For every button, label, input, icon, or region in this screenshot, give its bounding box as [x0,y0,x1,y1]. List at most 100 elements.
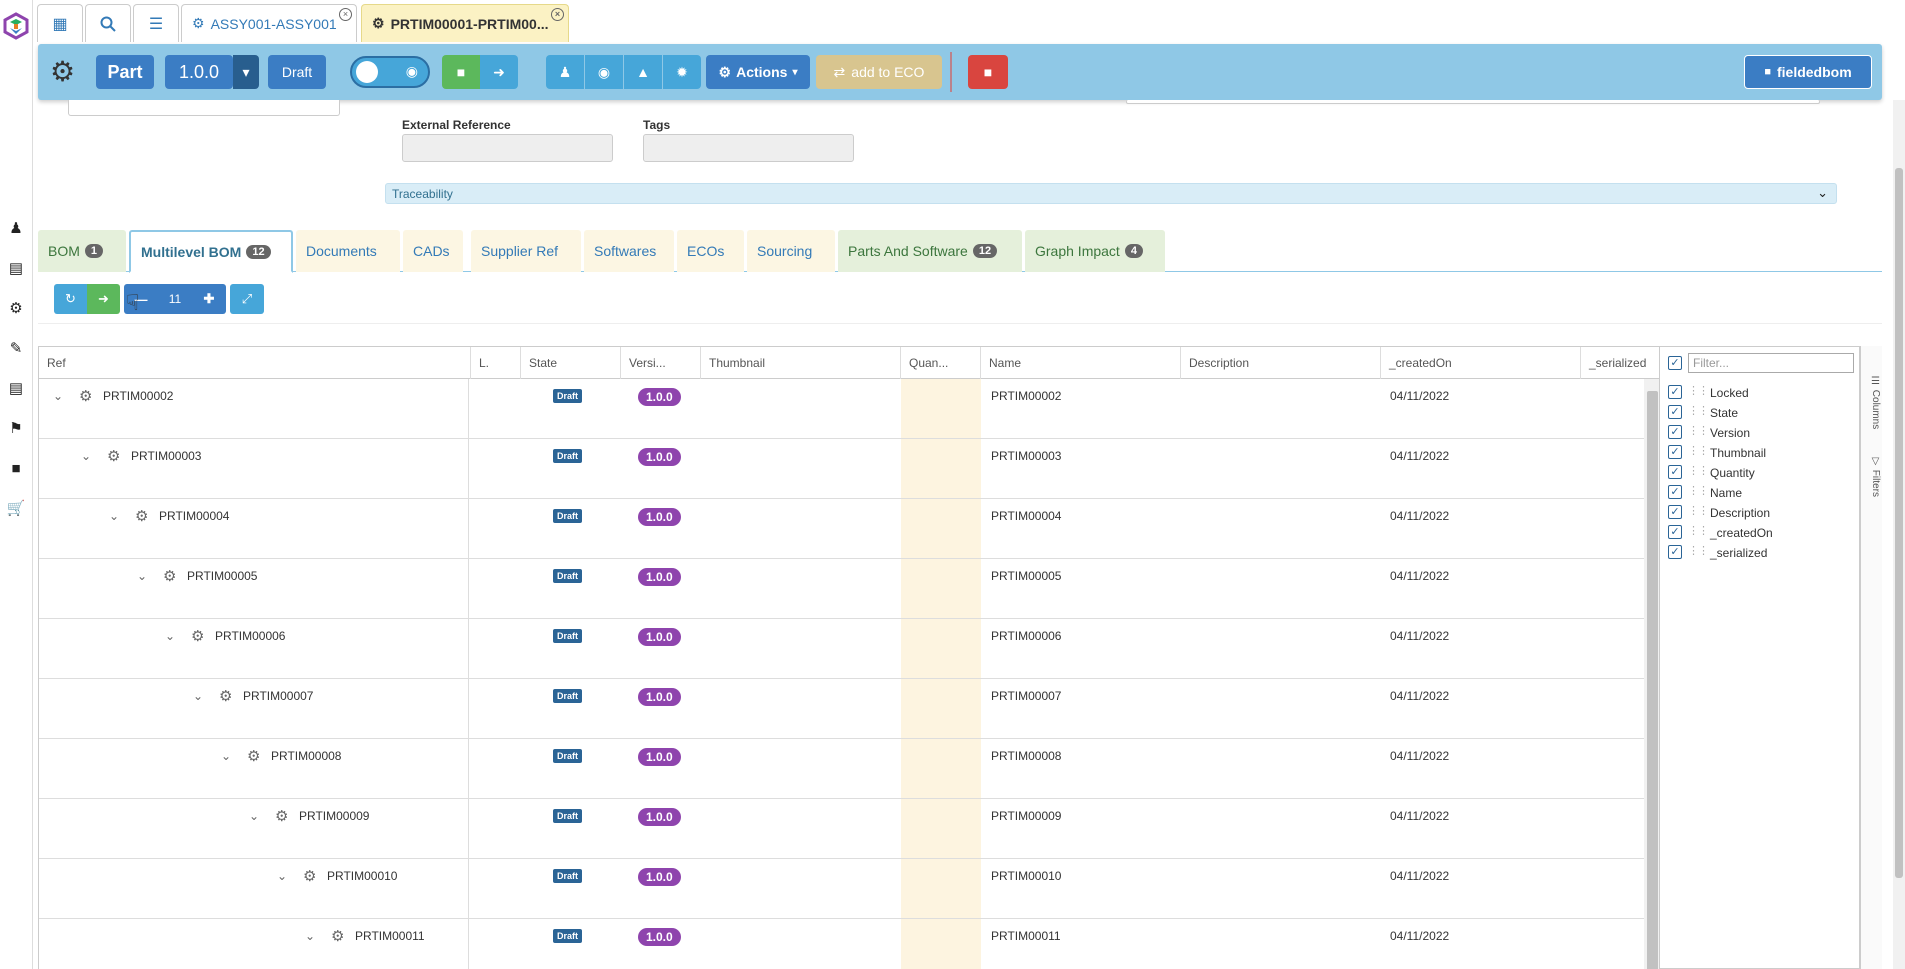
tab-sourcing[interactable]: Sourcing [747,230,835,272]
column-checkbox[interactable]: ✓ [1668,545,1682,559]
table-row[interactable]: ⌄ ⚙ PRTIM00007 Draft 1.0.0 PRTIM00007 04/11/20… [39,679,1644,739]
drag-handle-icon[interactable]: ⋮⋮ [1688,384,1709,397]
import-button[interactable]: ➜ [87,284,120,314]
tab-parts-and-software[interactable]: Parts And Software 12 [838,230,1022,272]
header-state[interactable]: State [521,347,621,379]
columns-side-tab[interactable]: ☰ Columns [1863,376,1881,429]
table-row[interactable]: ⌄ ⚙ PRTIM00006 Draft 1.0.0 PRTIM00006 04/11/20… [39,619,1644,679]
table-row[interactable]: ⌄ ⚙ PRTIM00002 Draft 1.0.0 PRTIM00002 04/11/20… [39,379,1644,439]
tab-bom[interactable]: BOM 1 [38,230,126,272]
header-name[interactable]: Name [981,347,1181,379]
column-checkbox[interactable]: ✓ [1668,385,1682,399]
fullscreen-button[interactable]: ⤢ [230,284,264,314]
tab-graph-impact[interactable]: Graph Impact 4 [1025,230,1165,272]
table-row[interactable]: ⌄ ⚙ PRTIM00011 Draft 1.0.0 PRTIM00011 04/11/20… [39,919,1644,969]
obscured-textarea[interactable] [1126,100,1820,104]
drag-handle-icon[interactable]: ⋮⋮ [1688,404,1709,417]
list-tab[interactable]: ☰ [133,4,179,42]
column-filter-input[interactable]: Filter... [1688,353,1854,373]
chevron-down-icon[interactable]: ⌄ [81,449,91,463]
ref-value[interactable]: PRTIM00010 [327,869,397,883]
folder-icon[interactable]: ■ [6,458,26,478]
ref-value[interactable]: PRTIM00006 [215,629,285,643]
ref-value[interactable]: PRTIM00007 [243,689,313,703]
tab-prtim00001[interactable]: ⚙ PRTIM00001-PRTIM00... × [361,4,569,42]
add-to-eco-button[interactable]: ⇄ add to ECO [816,55,942,89]
header-locked[interactable]: L. [471,347,521,379]
chevron-down-icon[interactable]: ⌄ [137,569,147,583]
refresh-button[interactable]: ↻ [54,284,87,314]
drag-handle-icon[interactable]: ⋮⋮ [1688,544,1709,557]
document-icon[interactable]: ▤ [6,258,26,278]
column-checkbox[interactable]: ✓ [1668,525,1682,539]
ref-value[interactable]: PRTIM00002 [103,389,173,403]
chevron-down-icon[interactable]: ⌄ [53,389,63,403]
grid-scrollbar[interactable] [1644,379,1659,969]
pencil-icon[interactable]: ✎ [6,338,26,358]
header-serialized[interactable]: _serialized [1581,347,1659,379]
bug-button[interactable]: ✹ [663,55,701,89]
table-row[interactable]: ⌄ ⚙ PRTIM00005 Draft 1.0.0 PRTIM00005 04/11/20… [39,559,1644,619]
external-reference-input[interactable] [402,134,613,162]
part-type-button[interactable]: Part [96,55,154,89]
version-dropdown-button[interactable]: ▾ [233,55,259,89]
parts-gears-icon[interactable]: ⚙ [6,298,26,318]
column-checkbox[interactable]: ✓ [1668,405,1682,419]
exit-button[interactable]: ➜ [480,55,518,89]
factory-icon[interactable]: ▤ [6,378,26,398]
tab-assy001[interactable]: ⚙ ASSY001-ASSY001 × [181,4,357,42]
expand-level-button[interactable]: ✚ [192,284,226,314]
chevron-down-icon[interactable]: ⌄ [193,689,203,703]
road-button[interactable]: ▲ [624,55,662,89]
header-description[interactable]: Description [1181,347,1381,379]
table-row[interactable]: ⌄ ⚙ PRTIM00004 Draft 1.0.0 PRTIM00004 04/11/20… [39,499,1644,559]
page-scrollbar-thumb[interactable] [1895,168,1903,878]
header-quantity[interactable]: Quan... [901,347,981,379]
drag-handle-icon[interactable]: ⋮⋮ [1688,464,1709,477]
ref-value[interactable]: PRTIM00005 [187,569,257,583]
version-button[interactable]: 1.0.0 [165,55,233,89]
ref-value[interactable]: PRTIM00003 [131,449,201,463]
state-button[interactable]: Draft [268,55,326,89]
chevron-down-icon[interactable]: ⌄ [221,749,231,763]
user-circle-button[interactable]: ◉ [585,55,623,89]
column-checkbox[interactable]: ✓ [1668,485,1682,499]
delete-button[interactable]: ■ [968,55,1008,89]
user-button[interactable]: ♟ [546,55,584,89]
traceability-panel-header[interactable]: Traceability ⌄ [385,183,1837,204]
tab-multilevel-bom[interactable]: Multilevel BOM 12 [129,230,293,273]
ref-value[interactable]: PRTIM00011 [355,929,425,943]
tree-tab[interactable]: ▦ [37,4,83,42]
table-row[interactable]: ⌄ ⚙ PRTIM00009 Draft 1.0.0 PRTIM00009 04/11/20… [39,799,1644,859]
close-icon[interactable]: × [551,8,564,21]
ref-value[interactable]: PRTIM00008 [271,749,341,763]
save-button[interactable]: ■ [442,55,480,89]
tags-input[interactable] [643,134,854,162]
obscured-field[interactable] [68,100,340,116]
ref-value[interactable]: PRTIM00009 [299,809,369,823]
users-icon[interactable]: ♟ [6,218,26,238]
search-tab[interactable] [85,4,131,42]
drag-handle-icon[interactable]: ⋮⋮ [1688,504,1709,517]
ref-value[interactable]: PRTIM00004 [159,509,229,523]
filters-side-tab[interactable]: ▽ Filters [1863,456,1881,497]
grid-scrollbar-thumb[interactable] [1647,391,1658,969]
cart-icon[interactable]: 🛒 [6,498,26,518]
chevron-down-icon[interactable]: ⌄ [109,509,119,523]
drag-handle-icon[interactable]: ⋮⋮ [1688,484,1709,497]
tab-supplier-ref[interactable]: Supplier Ref [471,230,581,272]
header-ref[interactable]: Ref [39,347,471,379]
tag-icon[interactable]: ⚑ [6,418,26,438]
table-row[interactable]: ⌄ ⚙ PRTIM00008 Draft 1.0.0 PRTIM00008 04/11/20… [39,739,1644,799]
column-checkbox[interactable]: ✓ [1668,425,1682,439]
chevron-down-icon[interactable]: ⌄ [305,929,315,943]
app-logo-icon[interactable] [2,12,30,40]
tab-softwares[interactable]: Softwares [584,230,674,272]
close-icon[interactable]: × [339,8,352,21]
actions-dropdown[interactable]: ⚙ Actions ▾ [706,55,810,89]
tab-documents[interactable]: Documents [296,230,400,272]
select-all-columns-checkbox[interactable]: ✓ [1668,356,1682,370]
column-checkbox[interactable]: ✓ [1668,445,1682,459]
tab-cads[interactable]: CADs [403,230,463,272]
header-version[interactable]: Versi... [621,347,701,379]
